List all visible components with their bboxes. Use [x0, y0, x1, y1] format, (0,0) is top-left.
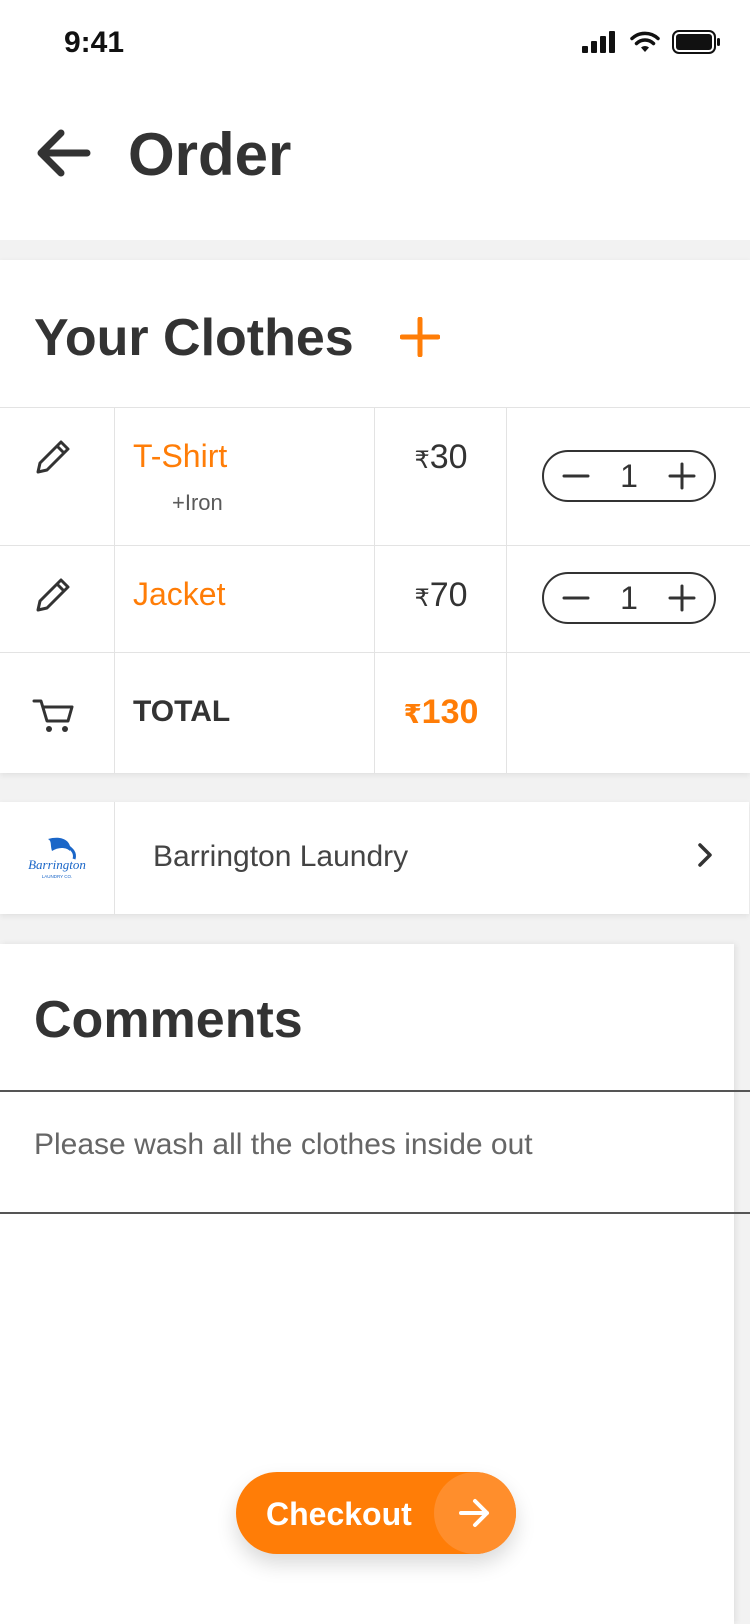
increase-button[interactable] — [666, 460, 698, 492]
status-bar: 9:41 — [0, 0, 750, 90]
item-name[interactable]: Jacket — [133, 576, 225, 613]
back-button[interactable] — [30, 120, 96, 186]
clothes-header: Your Clothes — [0, 260, 750, 408]
price-value: 30 — [429, 438, 468, 476]
minus-icon — [562, 596, 590, 600]
edit-item-button[interactable] — [32, 574, 74, 621]
decrease-button[interactable] — [560, 460, 592, 492]
comments-header: Comments — [0, 944, 750, 1092]
pencil-icon — [36, 440, 70, 474]
back-arrow-icon — [37, 129, 91, 177]
checkout-label: Checkout — [266, 1496, 412, 1532]
total-value: 130 — [421, 693, 479, 731]
battery-icon — [672, 30, 720, 54]
add-clothes-button[interactable] — [396, 308, 444, 366]
item-price: ₹70 — [375, 576, 507, 615]
plus-icon — [668, 584, 696, 612]
header: Order — [0, 90, 750, 240]
checkout-button[interactable]: Checkout — [236, 1472, 516, 1554]
pencil-icon — [36, 578, 70, 612]
price-value: 70 — [429, 576, 468, 614]
laundry-name: Barrington Laundry — [153, 840, 409, 873]
total-price: ₹130 — [375, 693, 507, 732]
comments-input[interactable]: Please wash all the clothes inside out — [0, 1092, 750, 1214]
page-title: Order — [128, 121, 292, 188]
plus-icon — [400, 317, 440, 357]
section-title-clothes: Your Clothes — [34, 309, 354, 367]
cellular-signal-icon — [582, 31, 615, 53]
item-extra: +Iron — [172, 490, 223, 515]
currency-symbol: ₹ — [414, 447, 430, 474]
quantity-stepper: 1 — [542, 572, 716, 624]
arrow-right-icon — [434, 1472, 516, 1554]
cart-icon — [32, 695, 76, 740]
total-label: TOTAL — [133, 695, 231, 728]
item-price: ₹30 — [375, 438, 507, 477]
total-row: TOTAL ₹130 — [0, 653, 750, 773]
clothes-row: T-Shirt +Iron ₹30 1 — [0, 408, 750, 546]
minus-icon — [562, 474, 590, 478]
laundry-logo: Barrington LAUNDRY CO. — [0, 802, 115, 914]
quantity-stepper: 1 — [542, 450, 716, 502]
currency-symbol: ₹ — [403, 699, 422, 729]
chevron-right-icon — [695, 840, 715, 875]
plus-icon — [668, 462, 696, 490]
clothes-card: Your Clothes T-Shirt +Iron ₹30 1 Jacket … — [0, 260, 750, 773]
clothes-row: Jacket ₹70 1 — [0, 546, 750, 653]
order-screen: 9:41 Order Your Clothes T-Shirt +Iron ₹3… — [0, 0, 750, 1624]
logo-text: Barrington — [28, 857, 86, 872]
laundry-selector[interactable]: Barrington LAUNDRY CO. Barrington Laundr… — [0, 802, 749, 914]
status-time: 9:41 — [64, 26, 125, 59]
item-name[interactable]: T-Shirt — [133, 438, 227, 475]
logo-subtext: LAUNDRY CO. — [42, 874, 73, 879]
wifi-icon — [630, 31, 660, 52]
quantity-value: 1 — [620, 457, 638, 494]
edit-item-button[interactable] — [32, 436, 74, 483]
section-title-comments: Comments — [34, 991, 303, 1049]
increase-button[interactable] — [666, 582, 698, 614]
quantity-value: 1 — [620, 579, 638, 616]
currency-symbol: ₹ — [414, 585, 430, 612]
comment-text: Please wash all the clothes inside out — [34, 1128, 533, 1161]
status-icons — [582, 30, 720, 54]
decrease-button[interactable] — [560, 582, 592, 614]
